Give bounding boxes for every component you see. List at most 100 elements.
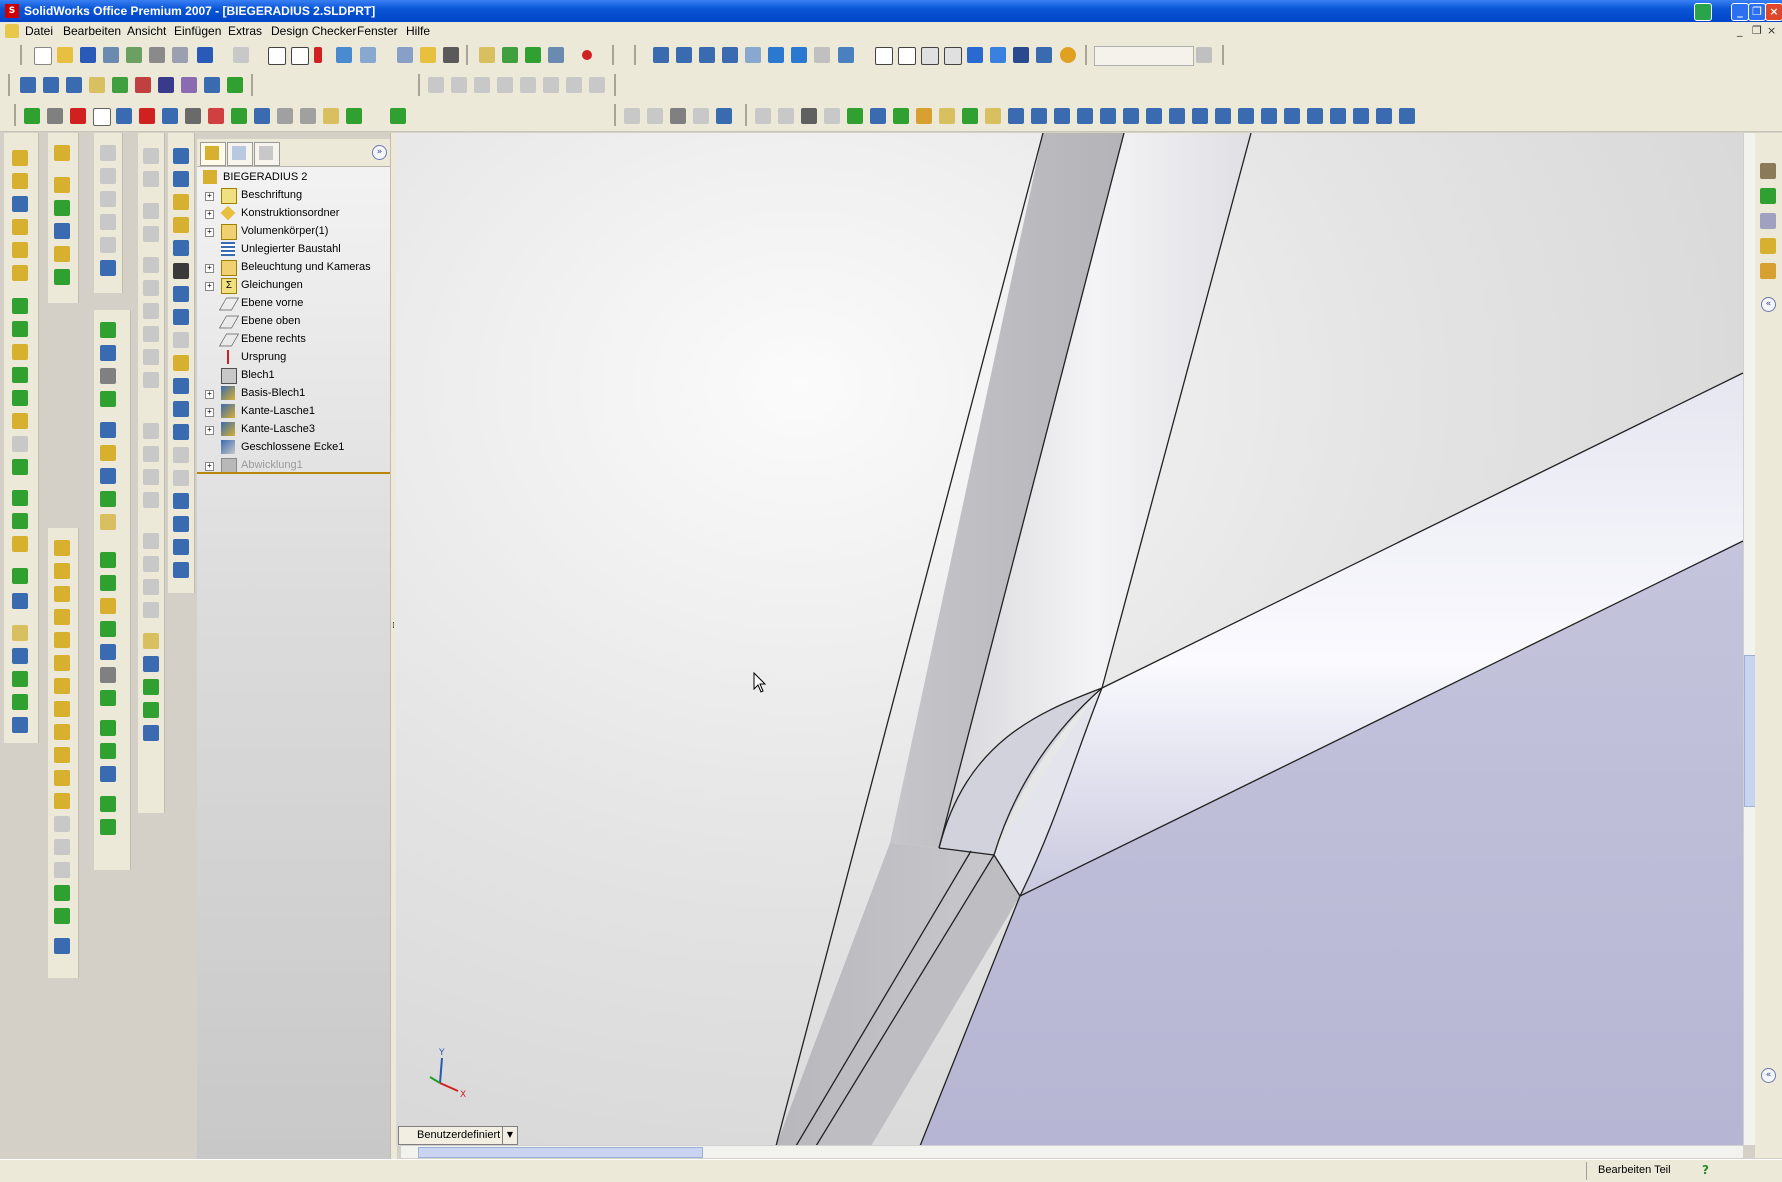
check-icon[interactable] — [112, 77, 128, 93]
draft-icon[interactable] — [12, 390, 28, 406]
expand-panel-icon[interactable]: » — [372, 145, 387, 160]
filter-datum-target-icon[interactable] — [1238, 108, 1254, 124]
grid-options-icon[interactable] — [336, 47, 352, 63]
sm-tool-5-icon[interactable] — [173, 240, 189, 256]
filter-surface-finish-icon[interactable] — [1169, 108, 1185, 124]
mold-h-icon[interactable] — [100, 491, 116, 507]
curves-icon[interactable] — [12, 593, 28, 609]
lofted-surface-icon[interactable] — [54, 609, 70, 625]
expand-icon[interactable]: + — [205, 210, 214, 219]
tree-item-ebene-rechts[interactable]: Ebene rechts — [197, 331, 390, 349]
doc-restore-button[interactable]: ❐ — [1752, 24, 1762, 37]
offset-surface-icon[interactable] — [54, 655, 70, 671]
sm-tool-8-icon[interactable] — [173, 309, 189, 325]
customize-macro-icon[interactable] — [139, 108, 155, 124]
zoom-to-fit-icon[interactable] — [676, 47, 692, 63]
mold-tool-7-icon[interactable] — [566, 77, 582, 93]
curve-pattern-icon[interactable] — [12, 536, 28, 552]
surface-tool-2-icon[interactable] — [647, 108, 663, 124]
extruded-surface-icon[interactable] — [54, 540, 70, 556]
filter-sketch-segments-icon[interactable] — [1031, 108, 1047, 124]
tree-item-blech1[interactable]: Blech1 — [197, 367, 390, 385]
tray-icon[interactable] — [1694, 3, 1712, 21]
screen-capture-icon[interactable] — [443, 47, 459, 63]
filter-surfaces-icon[interactable] — [916, 108, 932, 124]
open-folder-icon[interactable] — [57, 47, 73, 63]
import-diagnostics-icon[interactable] — [135, 77, 151, 93]
filter-routing-points-icon[interactable] — [1353, 108, 1369, 124]
layout-tool-4-icon[interactable] — [100, 214, 116, 230]
mold-i-icon[interactable] — [100, 514, 116, 530]
rib-icon[interactable] — [12, 344, 28, 360]
wireframe-icon[interactable] — [875, 47, 893, 65]
print-preview-icon[interactable] — [172, 47, 188, 63]
sketch-icon[interactable] — [479, 47, 495, 63]
menu-design-checker[interactable]: Design Checker — [271, 24, 356, 38]
expand-icon[interactable]: + — [205, 462, 214, 471]
run-macro-icon[interactable] — [24, 108, 40, 124]
filter-table-icon[interactable] — [1376, 108, 1392, 124]
mold-tool-8-icon[interactable] — [589, 77, 605, 93]
swept-boss-icon[interactable] — [12, 196, 28, 212]
mold-s-icon[interactable] — [100, 766, 116, 782]
filter-axes-icon[interactable] — [962, 108, 978, 124]
knit-surface-icon[interactable] — [54, 701, 70, 717]
print-icon[interactable] — [149, 47, 165, 63]
expand-icon[interactable]: + — [205, 264, 214, 273]
design-library-icon[interactable] — [1760, 213, 1776, 229]
standard-views-icon[interactable] — [838, 47, 854, 63]
sketched-bend-icon[interactable] — [54, 269, 70, 285]
surface-tool-4-icon[interactable] — [693, 108, 709, 124]
filter-clear-icon[interactable] — [801, 108, 817, 124]
filter-vertices-icon[interactable] — [847, 108, 863, 124]
delete-face-icon[interactable] — [54, 885, 70, 901]
sm-tool-19-icon[interactable] — [173, 562, 189, 578]
spell-check-icon[interactable] — [20, 77, 36, 93]
expand-icon[interactable]: + — [205, 390, 214, 399]
menu-bearbeiten[interactable]: Bearbeiten — [63, 24, 121, 38]
mate-reference-icon[interactable] — [12, 717, 28, 733]
make-drawing-icon[interactable] — [103, 47, 119, 63]
resources-icon[interactable] — [1760, 188, 1776, 204]
revolved-surface-icon[interactable] — [54, 563, 70, 579]
filter-weld-icon[interactable] — [1192, 108, 1208, 124]
mold-b-icon[interactable] — [100, 345, 116, 361]
sm-tool-15-icon[interactable] — [173, 470, 189, 486]
jog-icon[interactable] — [54, 246, 70, 262]
mold-m-icon[interactable] — [100, 621, 116, 637]
tree-item-ebene-vorne[interactable]: Ebene vorne — [197, 295, 390, 313]
mid-surface-icon[interactable] — [54, 839, 70, 855]
statistics-icon[interactable] — [204, 77, 220, 93]
layout-tool-3-icon[interactable] — [100, 191, 116, 207]
menu-datei[interactable]: Datei — [25, 24, 53, 38]
filter-all-icon[interactable] — [824, 108, 840, 124]
doc-close-button[interactable]: × — [1767, 24, 1776, 37]
menu-einfuegen[interactable]: Einfügen — [174, 24, 221, 38]
deviation-analysis-icon[interactable] — [181, 77, 197, 93]
checker-icon[interactable] — [162, 108, 178, 124]
new-macro-icon[interactable] — [93, 108, 111, 126]
mold-a-icon[interactable] — [100, 322, 116, 338]
boundary-surface-icon[interactable] — [54, 632, 70, 648]
shaded-icon[interactable] — [967, 47, 983, 63]
filter-gtol-icon[interactable] — [1146, 108, 1162, 124]
filter-planes-icon[interactable] — [985, 108, 1001, 124]
filter-cosmetic-thread-icon[interactable] — [1261, 108, 1277, 124]
extend-surface-icon[interactable] — [54, 747, 70, 763]
sketch-tool-20-icon[interactable] — [143, 656, 159, 672]
menu-ansicht[interactable]: Ansicht — [127, 24, 166, 38]
horizontal-scrollbar-thumb[interactable] — [418, 1147, 703, 1158]
filter-icon[interactable] — [755, 108, 771, 124]
mold-u-icon[interactable] — [100, 819, 116, 835]
sketch-tool-13-icon[interactable] — [143, 469, 159, 485]
tree-item-ebene-oben[interactable]: Ebene oben — [197, 313, 390, 331]
file-explorer-icon[interactable] — [1760, 238, 1776, 254]
mold-k-icon[interactable] — [100, 575, 116, 591]
zoom-in-out-icon[interactable] — [722, 47, 738, 63]
mold-j-icon[interactable] — [100, 552, 116, 568]
filter-bodies-icon[interactable] — [939, 108, 955, 124]
shell-icon[interactable] — [12, 367, 28, 383]
tree-item-basis-blech1[interactable]: + Basis-Blech1 — [197, 385, 390, 403]
sketch-tool-21-icon[interactable] — [143, 679, 159, 695]
tool-f-icon[interactable] — [300, 108, 316, 124]
